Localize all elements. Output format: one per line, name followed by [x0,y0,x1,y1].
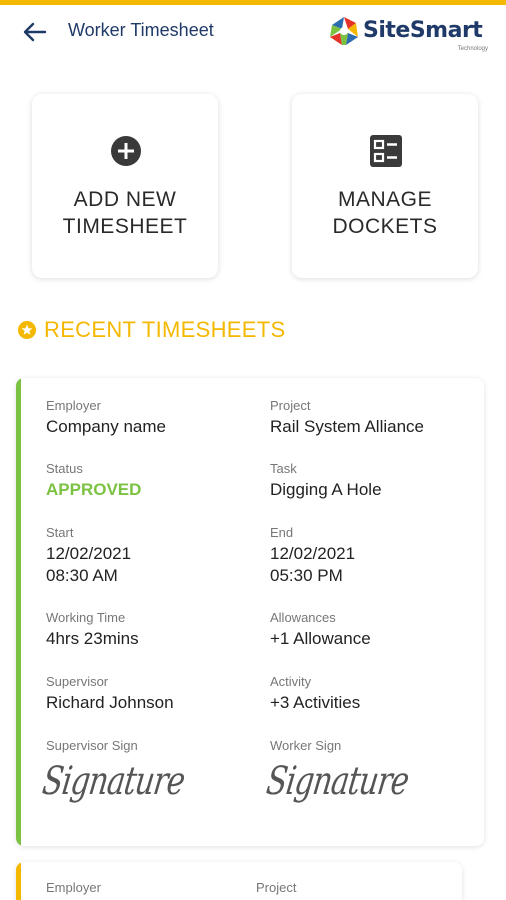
start-label: Start [46,525,74,540]
supervisor-value: Richard Johnson [46,693,174,712]
add-new-timesheet-button[interactable]: ADD NEW TIMESHEET [32,94,218,278]
project-field: Project [256,880,296,895]
arrow-left-icon [23,22,47,42]
back-button[interactable] [20,19,50,45]
activity-value: +3 Activities [270,693,361,712]
project-label: Project [256,880,297,895]
status-label: Status [46,461,83,476]
allowances-label: Allowances [270,610,336,625]
task-label: Task [270,461,297,476]
start-field: Start 12/02/2021 08:30 AM [46,525,131,587]
add-new-label-line2: TIMESHEET [62,215,188,238]
manage-dockets-button[interactable]: MANAGE DOCKETS [292,94,478,278]
logo-subtext: Technology [457,46,488,52]
allowances-field: Allowances +1 Allowance [270,610,371,650]
status-stripe [16,862,21,900]
end-field: End 12/02/2021 05:30 PM [270,525,355,587]
add-new-label-line1: ADD NEW [73,188,177,211]
activity-label: Activity [270,674,312,689]
end-time: 05:30 PM [270,566,343,585]
timesheet-card[interactable]: Employer Project [16,862,462,900]
status-stripe [16,378,21,846]
worker-sign-label: Worker Sign [270,738,342,753]
logo-mark-icon [330,17,358,45]
employer-field: Employer Company name [46,398,166,438]
status-field: Status APPROVED [46,461,141,501]
supervisor-sign-field: Supervisor Sign Signature [40,738,187,805]
worker-sign-field: Worker Sign Signature [264,738,411,805]
recent-timesheets-heading: RECENT TIMESHEETS [18,317,285,343]
supervisor-label: Supervisor [46,674,109,689]
status-badge: APPROVED [46,480,142,499]
task-field: Task Digging A Hole [270,461,382,501]
start-time: 08:30 AM [46,566,118,585]
working-time-label: Working Time [46,610,126,625]
logo-text: SiteSmart [363,18,483,43]
sitesmart-logo: SiteSmart Technology [328,15,490,55]
end-date: 12/02/2021 [270,544,356,563]
allowances-value: +1 Allowance [270,629,371,648]
project-value: Rail System Alliance [270,417,425,436]
timesheet-card[interactable]: Employer Company name Project Rail Syste… [16,378,484,846]
supervisor-signature: Signature [39,759,188,805]
supervisor-sign-label: Supervisor Sign [46,738,138,753]
end-label: End [270,525,294,540]
manage-dockets-label-line2: DOCKETS [332,215,438,238]
activity-field: Activity +3 Activities [270,674,360,714]
plus-circle-icon [111,136,141,166]
employer-value: Company name [46,417,167,436]
supervisor-field: Supervisor Richard Johnson [46,674,174,714]
employer-field: Employer [46,880,101,895]
employer-label: Employer [46,880,101,895]
start-date: 12/02/2021 [46,544,132,563]
dockets-list-icon [370,135,402,167]
manage-dockets-label-line1: MANAGE [337,188,432,211]
page-title: Worker Timesheet [68,20,214,40]
project-field: Project Rail System Alliance [270,398,424,438]
section-title: RECENT TIMESHEETS [44,317,286,342]
worker-signature: Signature [263,759,412,805]
app-bar: Worker Timesheet SiteSmart Technology [0,5,506,57]
star-circle-icon [18,321,36,339]
working-time-field: Working Time 4hrs 23mins [46,610,139,650]
project-label: Project [270,398,311,413]
employer-label: Employer [46,398,101,413]
working-time-value: 4hrs 23mins [46,629,139,648]
task-value: Digging A Hole [270,480,382,499]
